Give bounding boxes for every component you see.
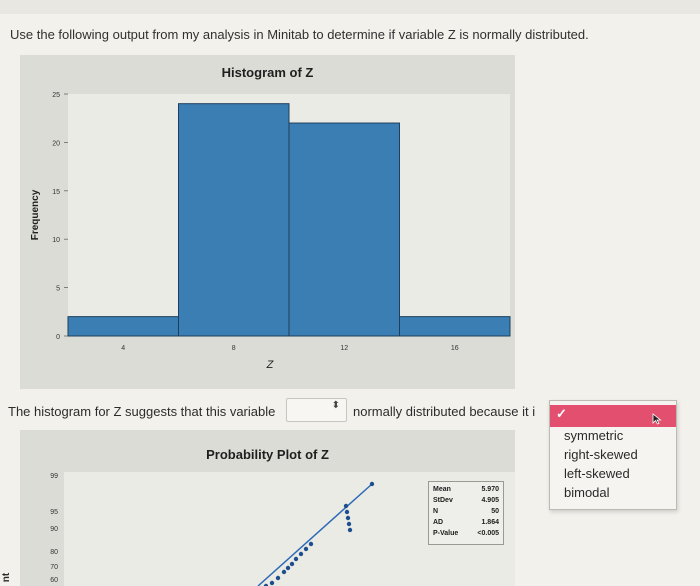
prob-plot-point [293, 556, 299, 562]
stat-label: N [433, 508, 439, 515]
stat-value: 1.864 [481, 519, 499, 526]
x-tick-label: 4 [121, 345, 125, 352]
histogram-bar [399, 316, 511, 337]
cursor-icon [652, 413, 662, 425]
prob-y-tick: 90 [50, 526, 58, 533]
x-tick-label: 12 [340, 345, 348, 352]
dropdown-selected[interactable]: ✓ [550, 405, 676, 427]
stat-label: P-Value [433, 530, 459, 537]
y-tick-label: 25 [52, 92, 60, 99]
y-axis-label: Frequency [30, 189, 41, 240]
prob-plot-point [298, 551, 304, 557]
shape-dropdown[interactable]: ✓ symmetric right-skewed left-skewed bim… [549, 400, 677, 510]
y-tick-label: 15 [52, 189, 60, 196]
dropdown-option-right-skewed[interactable]: right-skewed [564, 447, 638, 462]
stat-label: StDev [433, 497, 453, 504]
dropdown-option-bimodal[interactable]: bimodal [564, 485, 610, 500]
prob-plot-point [289, 561, 295, 567]
prob-plot-point [275, 575, 281, 581]
stat-value: 50 [491, 508, 499, 515]
prob-plot-point [281, 569, 287, 575]
y-tick-label: 5 [56, 286, 60, 293]
select-arrows-icon: ⬍ [331, 400, 340, 411]
prob-y-tick: 95 [50, 509, 58, 516]
prob-y-tick: 70 [50, 564, 58, 571]
prob-plot-point [347, 527, 353, 533]
side-label: nt [1, 572, 13, 583]
prob-plot-point [345, 515, 351, 521]
histogram-svg: 25 20 15 10 5 0 4 8 12 16 Frequency Z [30, 92, 511, 371]
prob-plot-point [269, 580, 275, 586]
histogram-bar [67, 316, 179, 337]
x-axis-label: Z [266, 359, 275, 371]
prob-plot-point [344, 509, 350, 515]
dropdown-option-symmetric[interactable]: symmetric [564, 428, 623, 443]
prob-y-tick: 99 [50, 473, 58, 480]
prob-plot-point [285, 565, 291, 571]
y-tick-label: 10 [52, 237, 60, 244]
prob-plot-point [343, 503, 349, 509]
sentence-part1: The histogram for Z suggests that this v… [8, 404, 276, 419]
top-band [0, 0, 700, 14]
stats-legend: Mean 5.970 StDev 4.905 N 50 AD 1.864 P-Value… [428, 481, 504, 545]
prob-plot-point [369, 481, 375, 487]
probability-plot-panel: Probability Plot of Z 99 95 90 80 70 60 … [20, 430, 515, 586]
stat-label: Mean [433, 486, 451, 493]
histogram-bar [288, 122, 400, 337]
stat-value: 5.970 [481, 486, 499, 493]
histogram-panel: Histogram of Z 25 20 15 10 5 0 4 8 12 16 Frequen… [20, 55, 515, 389]
stat-value: <0.005 [477, 530, 499, 537]
prob-plot-point [346, 521, 352, 527]
x-tick-label: 16 [451, 345, 459, 352]
prob-y-tick: 60 [50, 577, 58, 584]
prob-y-tick: 80 [50, 549, 58, 556]
stat-value: 4.905 [481, 497, 499, 504]
sentence-part2: normally distributed because it i [353, 404, 536, 419]
prob-plot-point [303, 546, 309, 552]
y-tick-label: 0 [56, 334, 60, 341]
y-tick-label: 20 [52, 140, 60, 147]
normality-select[interactable]: ⬍ [286, 398, 347, 422]
prob-plot-point [308, 541, 314, 547]
dropdown-option-left-skewed[interactable]: left-skewed [564, 466, 630, 481]
check-icon: ✓ [556, 406, 567, 421]
x-tick-label: 8 [232, 345, 236, 352]
question-text: Use the following output from my analysi… [10, 27, 589, 42]
histogram-bar [178, 103, 290, 337]
stat-label: AD [433, 519, 444, 526]
